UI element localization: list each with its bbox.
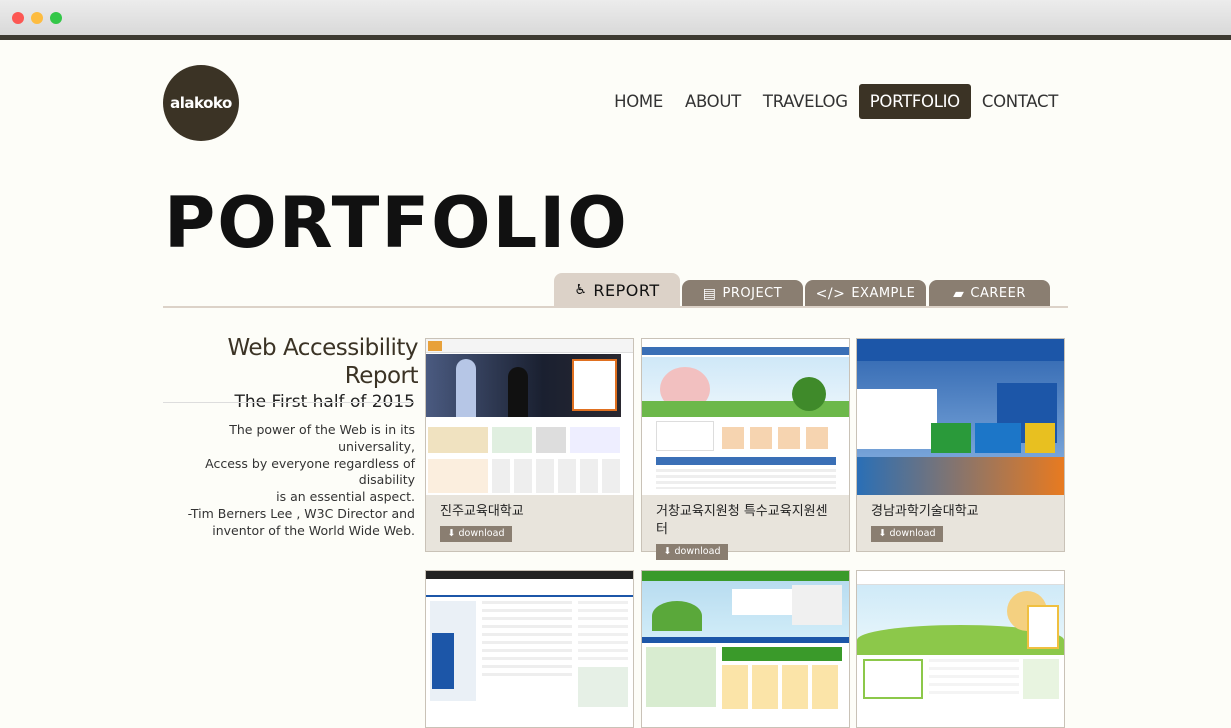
download-button[interactable]: ⬇ download: [656, 544, 728, 560]
logo-text: alakoko: [170, 94, 232, 112]
card-thumbnail: [426, 571, 633, 727]
download-button[interactable]: ⬇ download: [871, 526, 943, 542]
divider: [163, 402, 413, 403]
portfolio-card[interactable]: 거창교육지원청 특수교육지원센터 ⬇ download: [641, 338, 850, 560]
tab-label: REPORT: [593, 280, 660, 300]
tab-label: PROJECT: [722, 286, 783, 301]
minimize-window-button[interactable]: [31, 12, 43, 24]
quote-line: is an essential aspect.: [276, 489, 415, 505]
code-file-icon: ▤: [702, 285, 717, 302]
tab-career[interactable]: ▰ CAREER: [929, 280, 1050, 307]
card-title: 진주교육대학교: [440, 504, 524, 519]
code-brackets-icon: </>: [815, 285, 846, 302]
nav-home[interactable]: HOME: [603, 84, 674, 119]
tab-label: CAREER: [970, 286, 1026, 301]
close-window-button[interactable]: [12, 12, 24, 24]
tab-underline: [163, 306, 1068, 308]
portfolio-card[interactable]: 경남과학기술대학교 ⬇ download: [856, 338, 1065, 552]
tab-label: EXAMPLE: [851, 286, 916, 301]
portfolio-card[interactable]: 진주교육대학교 ⬇ download: [425, 338, 634, 552]
download-icon: ⬇: [878, 528, 887, 539]
quote-line: inventor of the World Wide Web.: [212, 522, 415, 538]
card-thumbnail: [642, 339, 849, 495]
nav-travelog[interactable]: TRAVELOG: [752, 84, 859, 119]
portfolio-card[interactable]: [856, 570, 1065, 728]
download-button[interactable]: ⬇ download: [440, 526, 512, 542]
portfolio-card[interactable]: [641, 570, 850, 728]
quote-line: -Tim Berners Lee , W3C Director and: [187, 505, 415, 521]
nav-portfolio[interactable]: PORTFOLIO: [858, 84, 971, 119]
nav-about[interactable]: ABOUT: [674, 84, 752, 119]
card-thumbnail: [426, 339, 633, 495]
quote-line: The power of the Web is in its universal…: [229, 422, 415, 454]
window-chrome: [0, 0, 1231, 35]
wheelchair-icon: ♿: [574, 282, 588, 298]
window-top-border: [0, 35, 1231, 40]
report-quote: The power of the Web is in its universal…: [163, 422, 415, 540]
nav-contact[interactable]: CONTACT: [971, 84, 1069, 119]
download-icon: ⬇: [447, 528, 456, 539]
tab-example[interactable]: </> EXAMPLE: [805, 280, 926, 307]
briefcase-icon: ▰: [953, 285, 965, 302]
tab-report[interactable]: ♿ REPORT: [554, 273, 680, 307]
portfolio-card[interactable]: [425, 570, 634, 728]
card-title: 거창교육지원청 특수교육지원센터: [656, 504, 828, 537]
site-logo[interactable]: alakoko: [163, 65, 239, 141]
card-thumbnail: [642, 571, 849, 727]
download-icon: ⬇: [663, 546, 672, 557]
quote-line: Access by everyone regardless of disabil…: [205, 455, 415, 488]
card-title: 경남과학기술대학교: [871, 504, 979, 519]
main-nav: HOME ABOUT TRAVELOG PORTFOLIO CONTACT: [603, 84, 1069, 119]
card-thumbnail: [857, 339, 1064, 495]
report-title: Web Accessibility Report: [227, 335, 419, 389]
card-thumbnail: [857, 571, 1064, 727]
maximize-window-button[interactable]: [50, 12, 62, 24]
page-title: PORTFOLIO: [164, 182, 629, 264]
tab-project[interactable]: ▤ PROJECT: [682, 280, 803, 307]
